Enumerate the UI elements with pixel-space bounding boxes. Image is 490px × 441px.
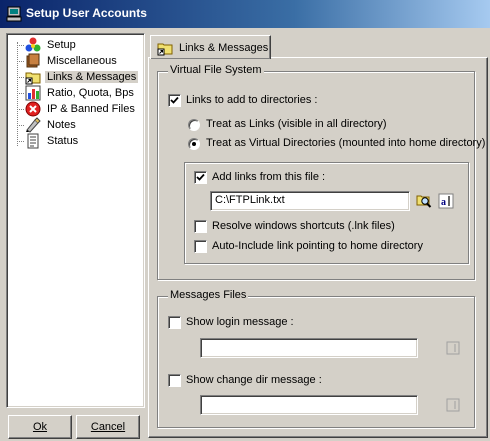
tab-label: Links & Messages [179, 41, 269, 54]
disabled-edit-icon [446, 398, 460, 412]
tree-item-label: Setup [47, 39, 76, 51]
show-login-checkbox[interactable] [168, 316, 181, 329]
auto-include-label: Auto-Include link pointing to home direc… [212, 240, 423, 252]
change-dir-message-input[interactable] [200, 395, 418, 415]
ok-button-label: Ok [32, 421, 48, 433]
tree-connector [17, 109, 24, 110]
login-message-input[interactable] [200, 338, 418, 358]
tree-item-links-messages[interactable]: Links & Messages [25, 69, 139, 85]
links-to-add-label: Links to add to directories : [186, 94, 318, 106]
folder-link-icon [157, 43, 173, 55]
treat-as-virtual-radio[interactable] [188, 138, 200, 150]
tree-connector [17, 125, 24, 126]
tree-connector [17, 77, 24, 78]
radio-dot [192, 142, 196, 146]
tree-item-label: Miscellaneous [47, 55, 117, 67]
disabled-edit-icon [446, 341, 460, 355]
folder-link-icon [25, 72, 41, 85]
tree-item-label: Status [47, 135, 79, 147]
tree-connector [17, 93, 24, 94]
link-file-path-input[interactable]: C:\FTPLink.txt [210, 191, 410, 211]
add-links-file-label: Add links from this file : [212, 171, 326, 183]
tree-item-status[interactable]: Status [25, 133, 80, 149]
treat-as-links-label: Treat as Links (visible in all directory… [206, 118, 387, 130]
tree-item-label: Notes [47, 119, 76, 131]
ratio-icon [25, 85, 41, 101]
treat-as-virtual-label: Treat as Virtual Directories (mounted in… [206, 137, 486, 149]
setup-icon [25, 37, 41, 52]
cancel-button-label: Cancel [90, 421, 126, 433]
messages-legend: Messages Files [168, 289, 249, 301]
tab-links-messages[interactable]: Links & Messages [150, 35, 271, 59]
title-bar[interactable]: Setup User Accounts [0, 0, 490, 28]
notes-icon [26, 117, 41, 133]
show-login-label: Show login message : [186, 316, 294, 328]
svg-text:a: a [441, 197, 446, 208]
browse-button[interactable] [414, 191, 434, 211]
tree-item-ip-banned-files[interactable]: IP & Banned Files [25, 101, 137, 117]
resolve-shortcuts-checkbox[interactable] [194, 220, 207, 233]
status-icon [27, 133, 39, 149]
tree-item-notes[interactable]: Notes [25, 117, 78, 133]
tree-connector [17, 42, 18, 146]
resolve-shortcuts-label: Resolve windows shortcuts (.lnk files) [212, 220, 395, 232]
tree-connector [17, 45, 24, 46]
links-to-add-checkbox[interactable] [168, 94, 181, 107]
add-links-file-checkbox[interactable] [194, 171, 207, 184]
banned-icon [25, 101, 41, 117]
browse-search-icon [416, 195, 432, 208]
tree-connector [17, 61, 24, 62]
tree-item-miscellaneous[interactable]: Miscellaneous [25, 53, 119, 69]
window-title: Setup User Accounts [26, 6, 147, 20]
computer-icon [6, 6, 22, 22]
edit-text-icon: a [438, 193, 454, 209]
tree-item-setup[interactable]: Setup [25, 37, 78, 53]
settings-tree[interactable]: Setup Miscellaneous Links & Messages Rat… [6, 33, 145, 408]
tree-item-label: Links & Messages [45, 71, 139, 83]
cancel-button[interactable]: Cancel [76, 415, 140, 439]
checkmark-icon [196, 173, 205, 181]
miscellaneous-icon [26, 53, 40, 68]
show-change-dir-label: Show change dir message : [186, 374, 322, 386]
edit-file-button[interactable]: a [436, 191, 456, 211]
tree-item-label: Ratio, Quota, Bps [47, 87, 134, 99]
ok-button[interactable]: Ok [8, 415, 72, 439]
tree-item-label: IP & Banned Files [47, 103, 135, 115]
vfs-legend: Virtual File System [168, 64, 264, 76]
tree-connector [17, 141, 24, 142]
checkmark-icon [170, 96, 179, 104]
auto-include-checkbox[interactable] [194, 240, 207, 253]
show-change-dir-checkbox[interactable] [168, 374, 181, 387]
tree-item-ratio-quota-bps[interactable]: Ratio, Quota, Bps [25, 85, 136, 101]
treat-as-links-radio[interactable] [188, 119, 200, 131]
